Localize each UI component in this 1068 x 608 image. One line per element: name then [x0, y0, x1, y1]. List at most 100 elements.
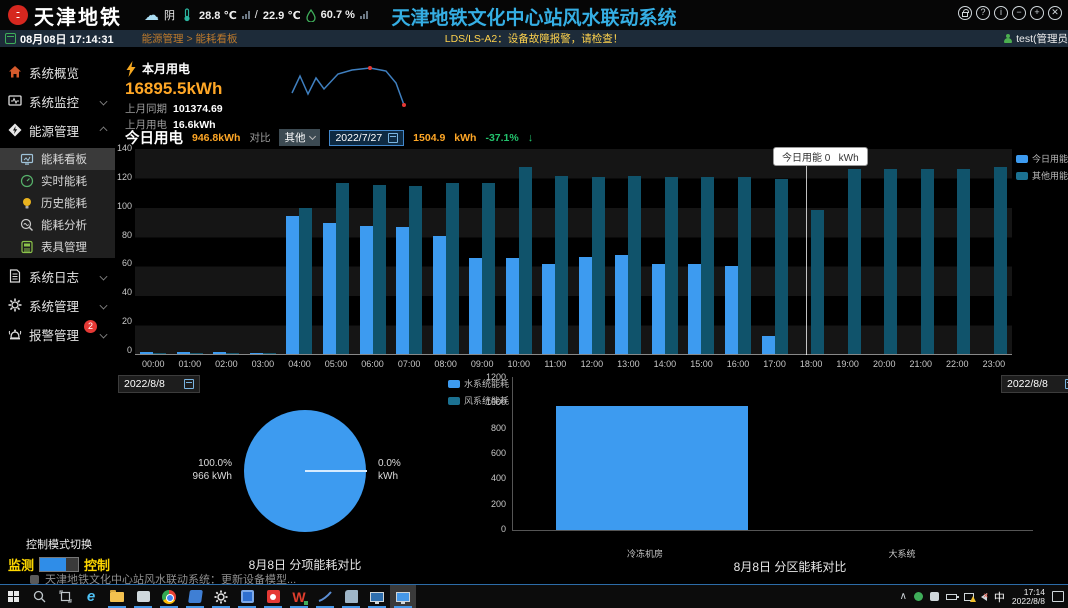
bar-其他用能-10:00[interactable] — [519, 167, 532, 354]
minimize-icon[interactable]: − — [1012, 6, 1026, 20]
bar-其他用能-08:00[interactable] — [446, 183, 459, 354]
bar-group-17:00[interactable] — [756, 149, 793, 354]
bar-group-06:00[interactable] — [354, 149, 391, 354]
bar-今日用能-09:00[interactable] — [469, 258, 482, 354]
bar-其他用能-15:00[interactable] — [701, 177, 714, 354]
sidebar-item-meter-management[interactable]: 表具管理 — [0, 236, 115, 258]
bar-今日用能-12:00[interactable] — [579, 257, 592, 354]
installer-app-icon[interactable] — [338, 585, 364, 608]
bar-其他用能-09:00[interactable] — [482, 183, 495, 354]
bar-今日用能-02:00[interactable] — [213, 352, 226, 354]
bar-group-22:00[interactable] — [939, 149, 976, 354]
legend-item-other[interactable]: 其他用能 — [1016, 169, 1068, 182]
sidebar-item-energy-analysis[interactable]: 能耗分析 — [0, 214, 115, 236]
sidebar-item-energy-dashboard[interactable]: 能耗看板 — [0, 148, 115, 170]
bar-group-02:00[interactable] — [208, 149, 245, 354]
bar-其他用能-22:00[interactable] — [957, 169, 970, 354]
sidebar-item-realtime-energy[interactable]: 实时能耗 — [0, 170, 115, 192]
bar-今日用能-01:00[interactable] — [177, 352, 190, 354]
bar-group-18:00[interactable] — [793, 149, 830, 354]
bar-其他用能-14:00[interactable] — [665, 177, 678, 354]
pie-date-input[interactable]: 2022/8/8 — [118, 375, 200, 393]
control-mode-toggle[interactable] — [39, 557, 79, 572]
image-viewer-icon[interactable] — [130, 585, 156, 608]
photos-app-icon[interactable] — [234, 585, 260, 608]
bar-今日用能-13:00[interactable] — [615, 255, 628, 354]
bar-其他用能-05:00[interactable] — [336, 183, 349, 354]
remote-desktop-icon[interactable] — [364, 585, 390, 608]
taskbar-clock[interactable]: 17:14 2022/8/8 — [1012, 588, 1045, 606]
device-alert-message[interactable]: LDS/LS-A2：设备故障报警，请检查！ — [445, 31, 624, 46]
sidebar-item-energy[interactable]: 能源管理 — [0, 119, 115, 141]
lock-icon[interactable] — [958, 6, 972, 20]
bar-今日用能-15:00[interactable] — [688, 264, 701, 354]
close-icon[interactable]: ✕ — [1048, 6, 1062, 20]
bar-今日用能-04:00[interactable] — [286, 216, 299, 354]
bar-group-11:00[interactable] — [537, 149, 574, 354]
bar-其他用能-23:00[interactable] — [994, 167, 1007, 354]
bar-其他用能-00:00[interactable] — [153, 353, 166, 355]
network-warning-icon[interactable] — [964, 593, 974, 601]
zone-date-input[interactable]: 2022/8/8 — [1001, 375, 1068, 393]
bar-其他用能-16:00[interactable] — [738, 177, 751, 354]
maximize-icon[interactable]: + — [1030, 6, 1044, 20]
bar-group-14:00[interactable] — [647, 149, 684, 354]
bar-其他用能-12:00[interactable] — [592, 177, 605, 354]
bar-其他用能-21:00[interactable] — [921, 169, 934, 354]
breadcrumb[interactable]: 能源管理 > 能耗看板 — [142, 31, 238, 46]
ime-indicator[interactable]: 中 — [994, 589, 1005, 605]
bar-今日用能-03:00[interactable] — [250, 353, 263, 355]
file-explorer-icon[interactable] — [104, 585, 130, 608]
zone-bar-cooling-plant[interactable] — [556, 406, 748, 530]
blue-app-icon[interactable] — [182, 585, 208, 608]
bar-今日用能-16:00[interactable] — [725, 266, 738, 354]
bar-group-00:00[interactable] — [135, 149, 172, 354]
bar-其他用能-07:00[interactable] — [409, 186, 422, 355]
bar-其他用能-06:00[interactable] — [373, 185, 386, 354]
tray-expand-icon[interactable]: ∧ — [900, 591, 907, 602]
bar-group-16:00[interactable] — [720, 149, 757, 354]
bar-今日用能-14:00[interactable] — [652, 264, 665, 354]
help-icon[interactable]: ? — [976, 6, 990, 20]
bar-其他用能-02:00[interactable] — [226, 353, 239, 355]
sidebar-item-monitoring[interactable]: 系统监控 — [0, 90, 115, 112]
bar-group-19:00[interactable] — [829, 149, 866, 354]
search-icon[interactable] — [26, 585, 52, 608]
bar-其他用能-04:00[interactable] — [299, 208, 312, 354]
bar-group-20:00[interactable] — [866, 149, 903, 354]
bar-其他用能-01:00[interactable] — [190, 353, 203, 355]
chrome-icon[interactable] — [156, 585, 182, 608]
sidebar-item-history-energy[interactable]: 历史能耗 — [0, 192, 115, 214]
bar-今日用能-00:00[interactable] — [140, 352, 153, 354]
bar-其他用能-17:00[interactable] — [775, 179, 788, 354]
bar-group-12:00[interactable] — [574, 149, 611, 354]
task-view-icon[interactable] — [52, 585, 78, 608]
bar-今日用能-07:00[interactable] — [396, 227, 409, 354]
bar-group-07:00[interactable] — [391, 149, 428, 354]
bar-今日用能-08:00[interactable] — [433, 236, 446, 354]
bar-其他用能-19:00[interactable] — [848, 169, 861, 354]
bar-group-15:00[interactable] — [683, 149, 720, 354]
bar-其他用能-11:00[interactable] — [555, 176, 568, 354]
muted-speaker-icon[interactable] — [981, 593, 987, 601]
bar-其他用能-20:00[interactable] — [884, 169, 897, 354]
bar-group-03:00[interactable] — [245, 149, 282, 354]
tray-flag-icon[interactable] — [930, 592, 939, 601]
bar-今日用能-11:00[interactable] — [542, 264, 555, 354]
compare-date-input[interactable]: 2022/7/27 — [329, 130, 404, 146]
bar-其他用能-03:00[interactable] — [263, 353, 276, 355]
bar-group-01:00[interactable] — [172, 149, 209, 354]
sidebar-item-alarms[interactable]: 报警管理 2 — [0, 323, 115, 345]
battery-icon[interactable] — [946, 594, 957, 600]
info-icon[interactable]: i — [994, 6, 1008, 20]
sidebar-item-overview[interactable]: 系统概览 — [0, 61, 115, 83]
bar-group-23:00[interactable] — [976, 149, 1013, 354]
bar-今日用能-05:00[interactable] — [323, 223, 336, 354]
red-app-icon[interactable] — [260, 585, 286, 608]
start-button[interactable] — [0, 585, 26, 608]
notification-center-icon[interactable] — [1052, 591, 1064, 602]
bar-group-08:00[interactable] — [427, 149, 464, 354]
settings-gear-icon[interactable] — [208, 585, 234, 608]
active-app-icon[interactable] — [390, 585, 416, 608]
compare-select[interactable]: 其他 — [279, 129, 320, 146]
